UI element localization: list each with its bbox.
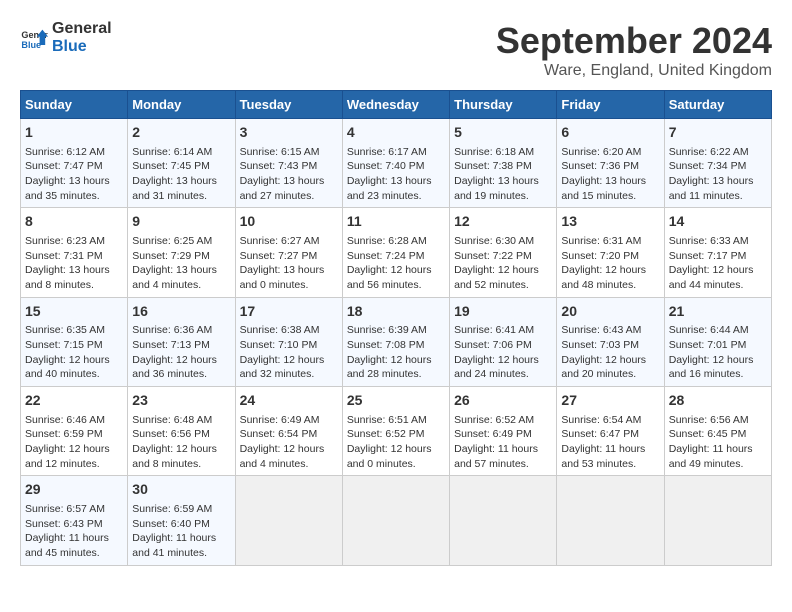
calendar-cell-8: 8Sunrise: 6:23 AMSunset: 7:31 PMDaylight… bbox=[21, 208, 128, 297]
header-wednesday: Wednesday bbox=[342, 91, 449, 119]
calendar-cell-12: 12Sunrise: 6:30 AMSunset: 7:22 PMDayligh… bbox=[450, 208, 557, 297]
logo-text-blue: Blue bbox=[52, 38, 112, 56]
calendar-week-5: 29Sunrise: 6:57 AMSunset: 6:43 PMDayligh… bbox=[21, 476, 772, 565]
calendar-cell-27: 27Sunrise: 6:54 AMSunset: 6:47 PMDayligh… bbox=[557, 387, 664, 476]
calendar-cell-empty bbox=[235, 476, 342, 565]
calendar-cell-23: 23Sunrise: 6:48 AMSunset: 6:56 PMDayligh… bbox=[128, 387, 235, 476]
calendar-cell-19: 19Sunrise: 6:41 AMSunset: 7:06 PMDayligh… bbox=[450, 297, 557, 386]
calendar-cell-9: 9Sunrise: 6:25 AMSunset: 7:29 PMDaylight… bbox=[128, 208, 235, 297]
page-header: General Blue General Blue September 2024… bbox=[20, 20, 772, 80]
calendar-header-row: SundayMondayTuesdayWednesdayThursdayFrid… bbox=[21, 91, 772, 119]
calendar-cell-5: 5Sunrise: 6:18 AMSunset: 7:38 PMDaylight… bbox=[450, 119, 557, 208]
calendar-cell-24: 24Sunrise: 6:49 AMSunset: 6:54 PMDayligh… bbox=[235, 387, 342, 476]
calendar-cell-28: 28Sunrise: 6:56 AMSunset: 6:45 PMDayligh… bbox=[664, 387, 771, 476]
calendar-cell-11: 11Sunrise: 6:28 AMSunset: 7:24 PMDayligh… bbox=[342, 208, 449, 297]
calendar-cell-14: 14Sunrise: 6:33 AMSunset: 7:17 PMDayligh… bbox=[664, 208, 771, 297]
calendar-cell-25: 25Sunrise: 6:51 AMSunset: 6:52 PMDayligh… bbox=[342, 387, 449, 476]
header-thursday: Thursday bbox=[450, 91, 557, 119]
calendar-cell-13: 13Sunrise: 6:31 AMSunset: 7:20 PMDayligh… bbox=[557, 208, 664, 297]
calendar-cell-10: 10Sunrise: 6:27 AMSunset: 7:27 PMDayligh… bbox=[235, 208, 342, 297]
calendar-cell-17: 17Sunrise: 6:38 AMSunset: 7:10 PMDayligh… bbox=[235, 297, 342, 386]
calendar-cell-1: 1Sunrise: 6:12 AMSunset: 7:47 PMDaylight… bbox=[21, 119, 128, 208]
calendar-cell-29: 29Sunrise: 6:57 AMSunset: 6:43 PMDayligh… bbox=[21, 476, 128, 565]
calendar-cell-15: 15Sunrise: 6:35 AMSunset: 7:15 PMDayligh… bbox=[21, 297, 128, 386]
calendar-cell-2: 2Sunrise: 6:14 AMSunset: 7:45 PMDaylight… bbox=[128, 119, 235, 208]
calendar-week-3: 15Sunrise: 6:35 AMSunset: 7:15 PMDayligh… bbox=[21, 297, 772, 386]
calendar-cell-16: 16Sunrise: 6:36 AMSunset: 7:13 PMDayligh… bbox=[128, 297, 235, 386]
calendar-week-4: 22Sunrise: 6:46 AMSunset: 6:59 PMDayligh… bbox=[21, 387, 772, 476]
svg-text:Blue: Blue bbox=[21, 39, 41, 49]
header-monday: Monday bbox=[128, 91, 235, 119]
calendar-cell-22: 22Sunrise: 6:46 AMSunset: 6:59 PMDayligh… bbox=[21, 387, 128, 476]
calendar-cell-empty bbox=[664, 476, 771, 565]
calendar-cell-30: 30Sunrise: 6:59 AMSunset: 6:40 PMDayligh… bbox=[128, 476, 235, 565]
logo: General Blue General Blue bbox=[20, 20, 112, 55]
location: Ware, England, United Kingdom bbox=[496, 62, 772, 80]
calendar-table: SundayMondayTuesdayWednesdayThursdayFrid… bbox=[20, 90, 772, 566]
calendar-cell-4: 4Sunrise: 6:17 AMSunset: 7:40 PMDaylight… bbox=[342, 119, 449, 208]
logo-text-general: General bbox=[52, 20, 112, 38]
month-title: September 2024 bbox=[496, 20, 772, 62]
calendar-cell-empty bbox=[557, 476, 664, 565]
calendar-cell-7: 7Sunrise: 6:22 AMSunset: 7:34 PMDaylight… bbox=[664, 119, 771, 208]
calendar-cell-20: 20Sunrise: 6:43 AMSunset: 7:03 PMDayligh… bbox=[557, 297, 664, 386]
header-saturday: Saturday bbox=[664, 91, 771, 119]
logo-icon: General Blue bbox=[20, 24, 48, 52]
header-friday: Friday bbox=[557, 91, 664, 119]
calendar-cell-18: 18Sunrise: 6:39 AMSunset: 7:08 PMDayligh… bbox=[342, 297, 449, 386]
calendar-week-2: 8Sunrise: 6:23 AMSunset: 7:31 PMDaylight… bbox=[21, 208, 772, 297]
calendar-cell-26: 26Sunrise: 6:52 AMSunset: 6:49 PMDayligh… bbox=[450, 387, 557, 476]
calendar-cell-6: 6Sunrise: 6:20 AMSunset: 7:36 PMDaylight… bbox=[557, 119, 664, 208]
calendar-cell-empty bbox=[342, 476, 449, 565]
header-sunday: Sunday bbox=[21, 91, 128, 119]
calendar-week-1: 1Sunrise: 6:12 AMSunset: 7:47 PMDaylight… bbox=[21, 119, 772, 208]
title-block: September 2024 Ware, England, United Kin… bbox=[496, 20, 772, 80]
calendar-cell-empty bbox=[450, 476, 557, 565]
calendar-cell-21: 21Sunrise: 6:44 AMSunset: 7:01 PMDayligh… bbox=[664, 297, 771, 386]
header-tuesday: Tuesday bbox=[235, 91, 342, 119]
calendar-cell-3: 3Sunrise: 6:15 AMSunset: 7:43 PMDaylight… bbox=[235, 119, 342, 208]
